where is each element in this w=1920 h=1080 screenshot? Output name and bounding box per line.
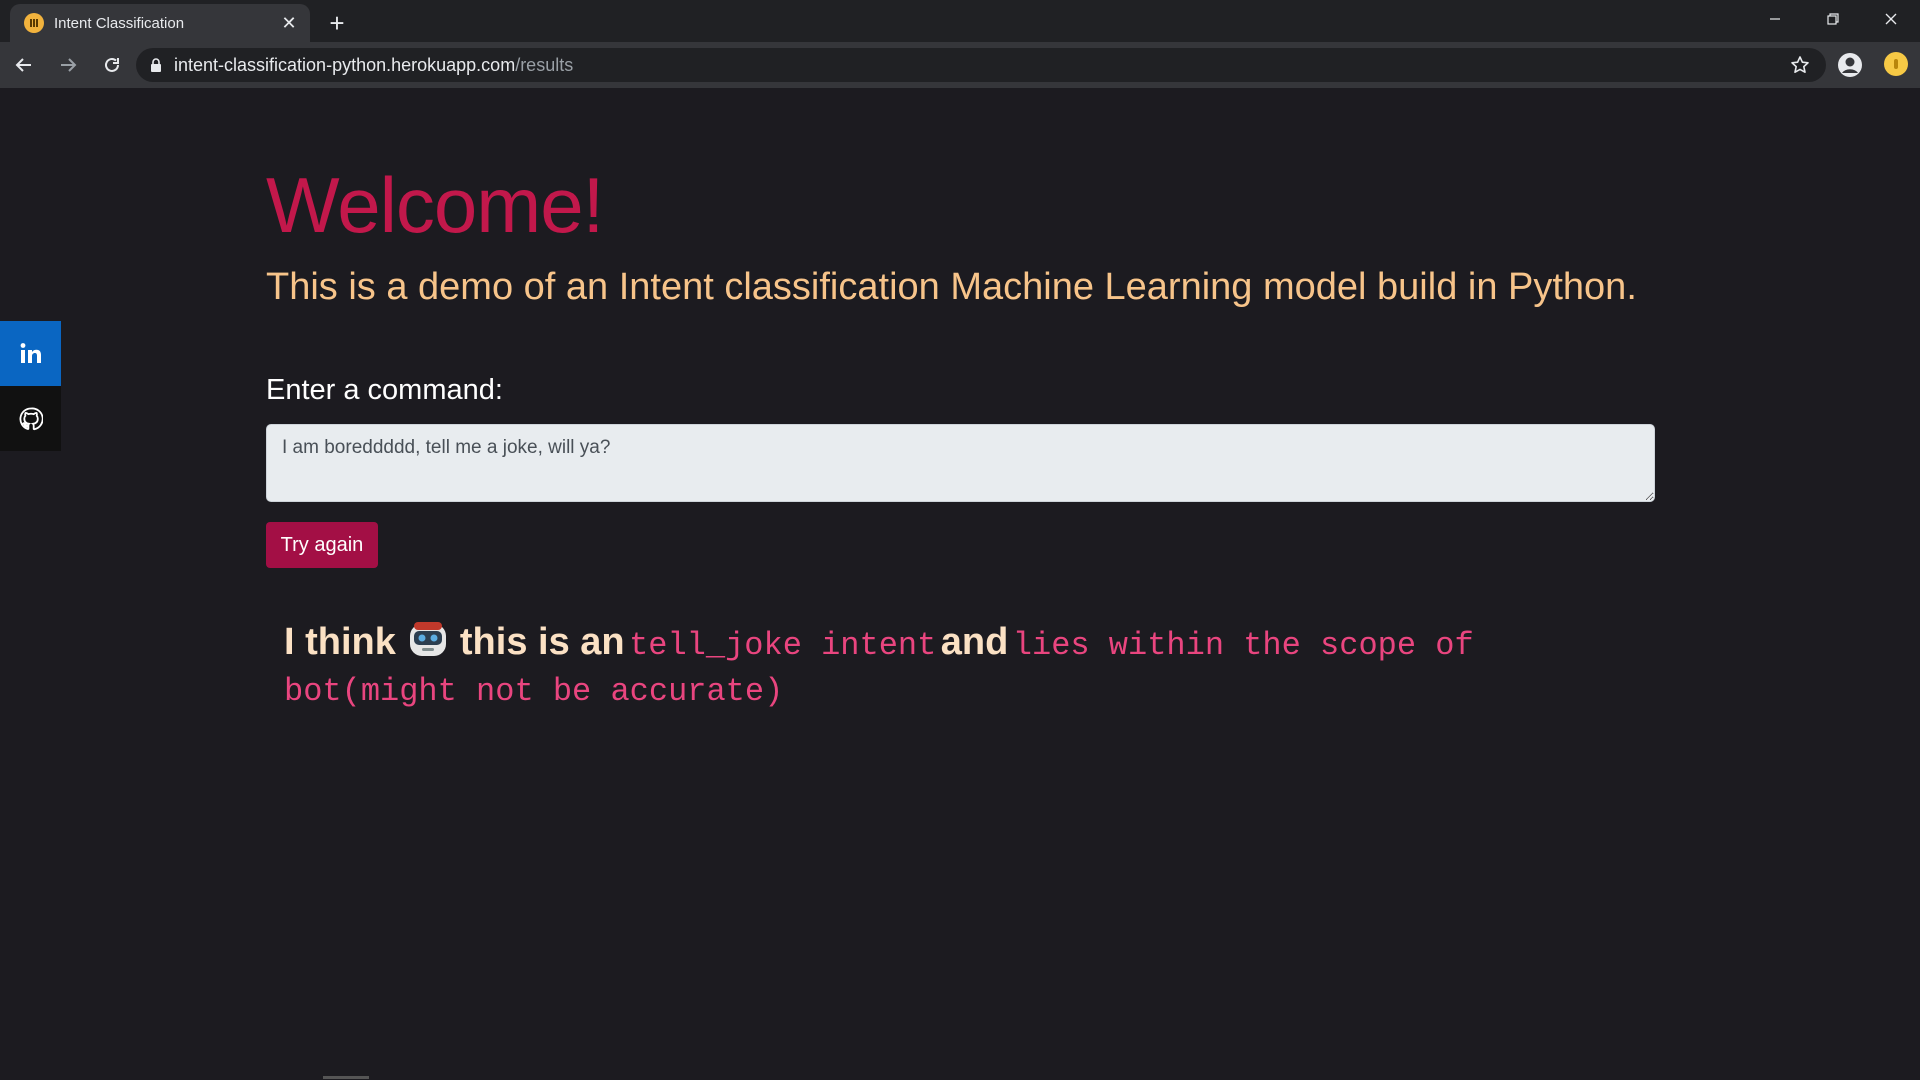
url-path: /results — [515, 54, 574, 75]
address-bar[interactable]: intent-classification-python.herokuapp.c… — [136, 48, 1826, 82]
page-subtitle: This is a demo of an Intent classificati… — [266, 266, 1637, 308]
url-host: intent-classification-python.herokuapp.c… — [174, 54, 516, 75]
browser-tab[interactable]: Intent Classification ✕ — [10, 4, 310, 42]
close-window-button[interactable] — [1862, 0, 1920, 38]
page-title: Welcome! — [266, 161, 604, 249]
new-tab-button[interactable]: + — [322, 8, 352, 38]
github-icon — [19, 407, 43, 430]
window-controls — [1746, 0, 1920, 38]
try-again-button[interactable]: Try again — [266, 522, 378, 568]
profile-avatar-icon[interactable] — [1834, 49, 1866, 81]
page-content: Welcome! This is a demo of an Intent cla… — [0, 88, 1920, 1080]
site-favicon-icon — [24, 13, 44, 33]
extension-alert-icon[interactable] — [1884, 52, 1908, 76]
browser-toolbar: intent-classification-python.herokuapp.c… — [0, 42, 1920, 88]
forward-arrow-icon — [61, 58, 77, 72]
result-intent: tell_joke intent — [629, 627, 937, 664]
social-links — [0, 321, 61, 451]
linkedin-icon — [20, 342, 41, 363]
command-input[interactable] — [266, 424, 1655, 502]
github-link[interactable] — [0, 386, 61, 451]
tab-title: Intent Classification — [54, 14, 185, 32]
linkedin-link[interactable] — [0, 321, 61, 386]
reload-icon — [105, 57, 119, 72]
forward-button[interactable] — [48, 45, 88, 85]
classification-result: I think this is an tell_joke intent and … — [284, 618, 1524, 717]
restore-button[interactable] — [1804, 0, 1862, 38]
back-button[interactable] — [4, 45, 44, 85]
bookmark-star-icon[interactable] — [1788, 53, 1812, 77]
reload-button[interactable] — [92, 45, 132, 85]
robot-icon — [409, 622, 446, 656]
minimize-button[interactable] — [1746, 0, 1804, 38]
command-label: Enter a command: — [266, 374, 503, 406]
result-prefix: I think — [284, 621, 396, 663]
browser-tab-strip: Intent Classification ✕ + — [0, 0, 1920, 42]
tab-close-icon[interactable]: ✕ — [278, 12, 300, 34]
result-middle: this is an — [459, 621, 625, 663]
result-connector: and — [940, 621, 1009, 663]
lock-icon — [151, 58, 161, 72]
back-arrow-icon — [15, 58, 31, 72]
scroll-handle — [323, 1076, 369, 1079]
